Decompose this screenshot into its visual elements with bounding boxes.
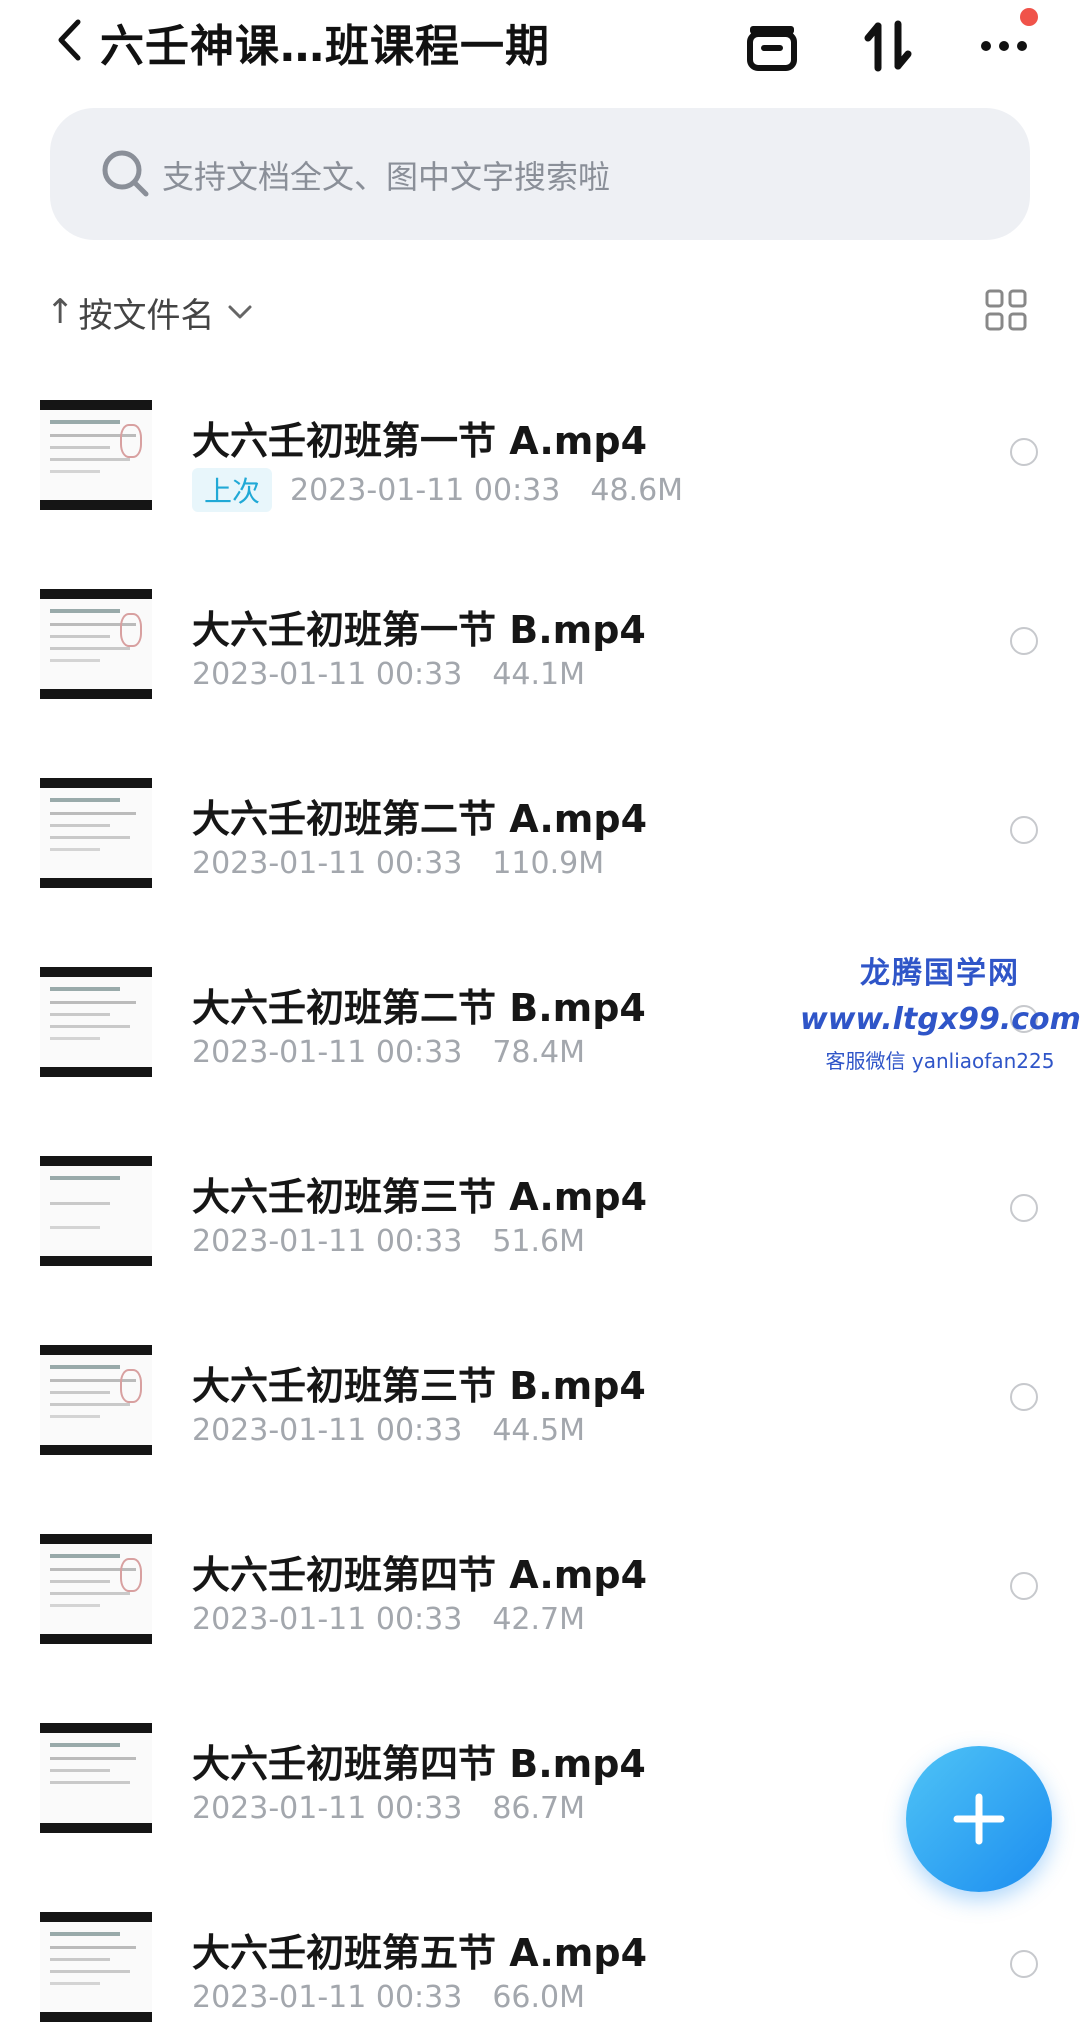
file-row[interactable]: 大六壬初班第一节 B.mp4 2023-01-11 00:33 44.1M [0, 569, 1080, 759]
video-thumbnail [40, 1345, 152, 1455]
file-row[interactable]: 大六壬初班第三节 B.mp4 2023-01-11 00:33 44.5M [0, 1325, 1080, 1515]
file-size: 66.0M [492, 1980, 586, 2015]
file-meta: 上次 2023-01-11 00:33 48.6M [192, 468, 683, 512]
video-thumbnail [40, 778, 152, 888]
file-row[interactable]: 大六壬初班第三节 A.mp4 2023-01-11 00:33 51.6M [0, 1136, 1080, 1326]
watermark-contact: 客服微信 yanliaofan225 [825, 1049, 1055, 1073]
search-placeholder: 支持文档全文、图中文字搜索啦 [162, 158, 611, 196]
notification-dot [1020, 8, 1038, 26]
watermark-url: www.ltgx99.com [800, 1002, 1080, 1037]
file-date: 2023-01-11 00:33 [192, 1602, 463, 1637]
tray-icon [747, 26, 797, 71]
file-date: 2023-01-11 00:33 [290, 472, 561, 508]
file-meta: 2023-01-11 00:33 66.0M [192, 1980, 585, 2015]
file-size: 48.6M [590, 472, 684, 508]
add-button[interactable] [906, 1746, 1052, 1892]
watermark: 龙腾国学网 www.ltgx99.com 客服微信 yanliaofan225 [800, 948, 1080, 1074]
file-meta: 2023-01-11 00:33 78.4M [192, 1035, 585, 1070]
file-meta: 2023-01-11 00:33 51.6M [192, 1224, 585, 1259]
file-meta: 2023-01-11 00:33 44.5M [192, 1413, 585, 1448]
transfer-button[interactable] [856, 14, 920, 78]
search-icon [102, 150, 149, 197]
file-row[interactable]: 大六壬初班第一节 A.mp4 上次 2023-01-11 00:33 48.6M [0, 380, 1080, 570]
file-row[interactable]: 大六壬初班第四节 A.mp4 2023-01-11 00:33 42.7M [0, 1514, 1080, 1704]
sort-label: 按文件名 [78, 295, 215, 336]
file-size: 44.5M [492, 1413, 586, 1448]
chevron-left-icon [58, 19, 81, 61]
file-name: 大六壬初班第一节 B.mp4 [192, 608, 646, 652]
file-size: 110.9M [492, 846, 605, 881]
file-size: 51.6M [492, 1224, 586, 1259]
select-checkbox[interactable] [1010, 816, 1038, 844]
transfer-arrows-icon [864, 20, 912, 72]
file-size: 44.1M [492, 657, 586, 692]
file-date: 2023-01-11 00:33 [192, 1035, 463, 1070]
video-thumbnail [40, 1156, 152, 1266]
file-name: 大六壬初班第四节 B.mp4 [192, 1742, 646, 1786]
collection-button[interactable] [740, 14, 804, 78]
file-name: 大六壬初班第二节 B.mp4 [192, 986, 646, 1030]
video-thumbnail [40, 1723, 152, 1833]
last-opened-badge: 上次 [192, 468, 273, 512]
file-meta: 2023-01-11 00:33 42.7M [192, 1602, 585, 1637]
file-date: 2023-01-11 00:33 [192, 1791, 463, 1826]
video-thumbnail [40, 400, 152, 510]
watermark-site-name: 龙腾国学网 [860, 956, 1020, 991]
plus-icon [953, 1793, 1005, 1845]
select-checkbox[interactable] [1010, 1950, 1038, 1978]
more-button[interactable] [972, 8, 1038, 78]
file-meta: 2023-01-11 00:33 86.7M [192, 1791, 585, 1826]
file-date: 2023-01-11 00:33 [192, 1980, 463, 2015]
file-row[interactable]: 大六壬初班第五节 A.mp4 2023-01-11 00:33 66.0M [0, 1892, 1080, 2034]
file-meta: 2023-01-11 00:33 44.1M [192, 657, 585, 692]
grid-icon [985, 289, 1027, 331]
file-list-screen: 六壬神课…班课程一期 支持文档全文、图中文字搜索啦 ↑ 按文件名 大六壬初班第一… [0, 0, 1080, 2034]
file-size: 78.4M [492, 1035, 586, 1070]
file-size: 42.7M [492, 1602, 586, 1637]
video-thumbnail [40, 589, 152, 699]
sort-direction-icon: ↑ [46, 292, 75, 332]
top-bar: 六壬神课…班课程一期 [0, 0, 1080, 90]
file-row[interactable]: 大六壬初班第二节 A.mp4 2023-01-11 00:33 110.9M [0, 758, 1080, 948]
file-name: 大六壬初班第一节 A.mp4 [192, 419, 648, 463]
select-checkbox[interactable] [1010, 1572, 1038, 1600]
file-name: 大六壬初班第五节 A.mp4 [192, 1931, 648, 1975]
file-date: 2023-01-11 00:33 [192, 1224, 463, 1259]
video-thumbnail [40, 1912, 152, 2022]
search-bar[interactable]: 支持文档全文、图中文字搜索啦 [50, 108, 1030, 240]
file-meta: 2023-01-11 00:33 110.9M [192, 846, 604, 881]
grid-view-button[interactable] [984, 288, 1028, 332]
sort-control[interactable]: ↑ 按文件名 [46, 284, 253, 340]
file-size: 86.7M [492, 1791, 586, 1826]
select-checkbox[interactable] [1010, 627, 1038, 655]
file-name: 大六壬初班第三节 B.mp4 [192, 1364, 646, 1408]
file-date: 2023-01-11 00:33 [192, 657, 463, 692]
file-name: 大六壬初班第三节 A.mp4 [192, 1175, 648, 1219]
chevron-down-icon [228, 305, 251, 319]
file-name: 大六壬初班第二节 A.mp4 [192, 797, 648, 841]
select-checkbox[interactable] [1010, 1383, 1038, 1411]
video-thumbnail [40, 967, 152, 1077]
file-date: 2023-01-11 00:33 [192, 1413, 463, 1448]
more-dots-icon [981, 41, 1027, 51]
select-checkbox[interactable] [1010, 1194, 1038, 1222]
back-button[interactable] [56, 12, 96, 68]
file-date: 2023-01-11 00:33 [192, 846, 463, 881]
video-thumbnail [40, 1534, 152, 1644]
file-name: 大六壬初班第四节 A.mp4 [192, 1553, 648, 1597]
page-title: 六壬神课…班课程一期 [100, 21, 550, 72]
select-checkbox[interactable] [1010, 438, 1038, 466]
